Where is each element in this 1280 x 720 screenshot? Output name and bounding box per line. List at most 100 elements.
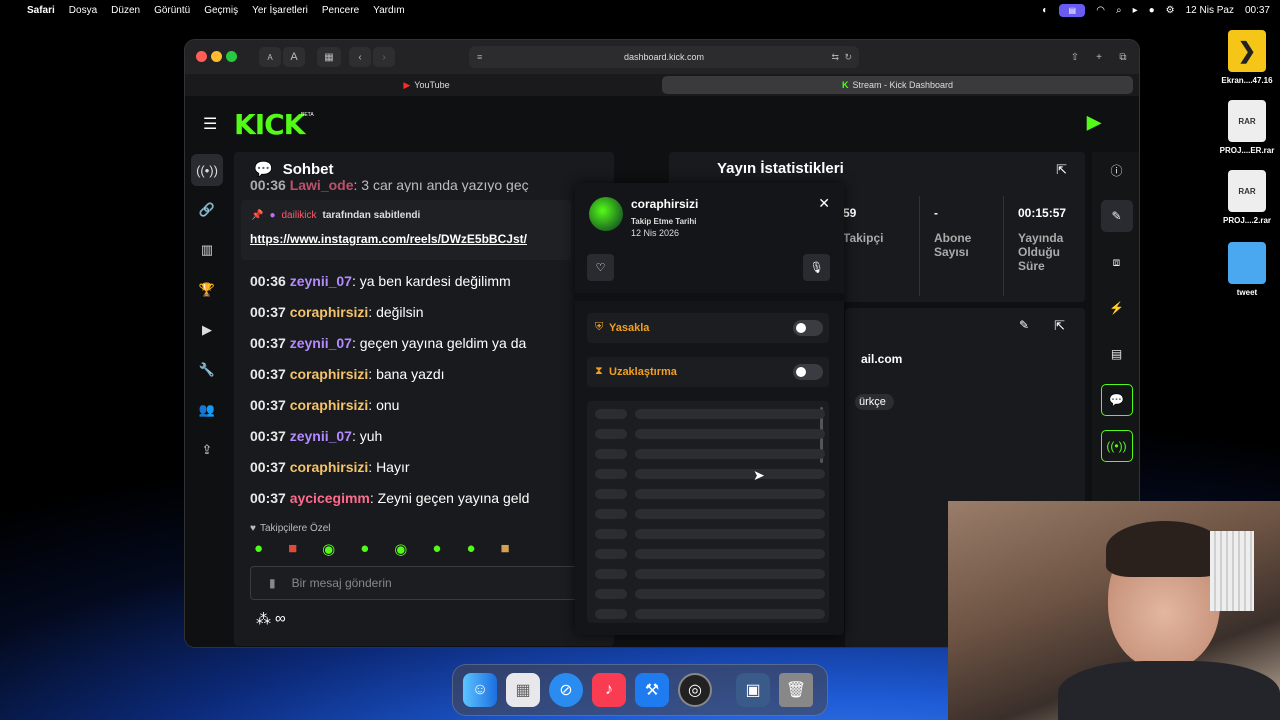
timeout-row[interactable]: ⧗ Uzaklaştırma	[587, 357, 829, 387]
page-settings-icon[interactable]: ≡	[477, 52, 482, 62]
emote-icon[interactable]: ◉	[322, 540, 335, 558]
wifi-icon[interactable]: ◠	[1096, 5, 1105, 16]
community-icon[interactable]: 👥	[191, 394, 223, 426]
message-username[interactable]: coraphirsizi	[290, 397, 369, 413]
chat-toggle-icon[interactable]: 💬	[1100, 384, 1133, 416]
pinned-link[interactable]: https://www.instagram.com/reels/DWzE5bBC…	[250, 232, 527, 246]
message-username[interactable]: coraphirsizi	[290, 459, 369, 475]
trash-icon[interactable]: 🗑	[779, 673, 813, 707]
emote-icon[interactable]: ■	[288, 540, 297, 558]
minimize-window-button[interactable]	[211, 51, 222, 62]
screen-share-icon[interactable]: ▤	[1059, 3, 1086, 17]
menu-app-safari[interactable]: Safari	[27, 5, 55, 16]
finder-icon[interactable]: ☺	[463, 673, 497, 707]
document-icon[interactable]: ▤	[1101, 338, 1133, 370]
message-username[interactable]: coraphirsizi	[290, 366, 369, 382]
upload-icon[interactable]: ⇪	[191, 434, 223, 466]
play-icon[interactable]: ▸	[1133, 5, 1138, 16]
emote-icon[interactable]: ●	[254, 540, 263, 558]
emote-icon[interactable]: ●	[360, 540, 369, 558]
language-tag[interactable]: ürkçe	[855, 394, 894, 410]
pinned-by-user[interactable]: dailikick	[282, 210, 317, 221]
desktop-file-rar-1[interactable]: RAR PROJ....ER.rar	[1217, 100, 1277, 155]
close-window-button[interactable]	[196, 51, 207, 62]
ban-toggle[interactable]	[793, 320, 823, 336]
lightning-icon[interactable]: ⚡	[1101, 292, 1133, 324]
message-input[interactable]: ▮ Bir mesaj gönderin	[250, 566, 610, 600]
launchpad-icon[interactable]: ▦	[506, 673, 540, 707]
menu-window[interactable]: Pencere	[322, 5, 359, 16]
menu-time[interactable]: 00:37	[1245, 5, 1270, 16]
points-icon[interactable]: ⁂	[256, 610, 271, 628]
message-username[interactable]: coraphirsizi	[290, 304, 369, 320]
menu-help[interactable]: Yardım	[373, 5, 405, 16]
spotlight-icon[interactable]: ⌕	[1116, 5, 1122, 16]
stream-icon[interactable]: ((•))	[191, 154, 223, 186]
info-icon[interactable]: ⓘ	[1101, 154, 1133, 186]
back-button[interactable]: ‹	[349, 47, 371, 67]
music-icon[interactable]: ♪	[592, 673, 626, 707]
hamburger-menu-icon[interactable]: ☰	[203, 114, 217, 134]
message-username[interactable]: zeynii_07	[290, 273, 352, 289]
message-username[interactable]: zeynii_07	[290, 428, 352, 444]
new-tab-button[interactable]: +	[1088, 47, 1110, 67]
broadcast-icon[interactable]: ((•))	[1100, 430, 1133, 462]
address-bar[interactable]: ≡ dashboard.kick.com ⇆ ↻	[469, 46, 859, 68]
user-history-skeleton[interactable]	[587, 401, 829, 623]
user-icon[interactable]: ●	[1149, 5, 1155, 16]
forward-button[interactable]: ›	[373, 47, 395, 67]
tools-icon[interactable]: 🔧	[191, 354, 223, 386]
emote-icon[interactable]: ■	[501, 540, 510, 558]
clips-icon[interactable]: ▶	[191, 314, 223, 346]
emote-icon[interactable]: ●	[432, 540, 441, 558]
desktop-file-rar-2[interactable]: RAR PROJ....2.rar	[1217, 170, 1277, 225]
obs-icon[interactable]: ◎	[678, 673, 712, 707]
tab-overview-icon[interactable]: ▦	[317, 47, 341, 67]
status-icon[interactable]: ◐	[1042, 5, 1048, 16]
menu-file[interactable]: Dosya	[69, 5, 97, 16]
follow-button[interactable]: ♡	[587, 254, 614, 281]
kick-logo[interactable]: KICK	[234, 108, 305, 141]
share-icon[interactable]: ⇧	[1064, 47, 1086, 67]
menu-edit[interactable]: Düzen	[111, 5, 140, 16]
ban-row[interactable]: ⛨ Yasakla	[587, 313, 829, 343]
text-larger-button[interactable]: A	[283, 47, 305, 67]
message-username[interactable]: zeynii_07	[290, 335, 352, 351]
kick-brand-icon[interactable]: ▶	[1087, 112, 1101, 133]
control-center-icon[interactable]: ⚙	[1166, 5, 1175, 16]
edit-icon[interactable]: ✎	[1100, 200, 1133, 232]
mute-button[interactable]: 🎙	[803, 254, 830, 281]
translate-icon[interactable]: ⇆	[831, 52, 839, 63]
preview-icon[interactable]: ▣	[736, 673, 770, 707]
reload-icon[interactable]: ↻	[844, 52, 852, 63]
menu-history[interactable]: Geçmiş	[204, 5, 238, 16]
screenshot-icon[interactable]: ⧈	[1101, 246, 1133, 278]
close-icon[interactable]: ✕	[818, 195, 830, 212]
emote-icon[interactable]: ◉	[394, 540, 407, 558]
safari-icon[interactable]: ⊘	[549, 673, 583, 707]
menu-bookmarks[interactable]: Yer İşaretleri	[252, 5, 308, 16]
edit-icon[interactable]: ✎	[1019, 318, 1029, 332]
timeout-toggle[interactable]	[793, 364, 823, 380]
xcode-icon[interactable]: ⚒	[635, 673, 669, 707]
tab-youtube[interactable]: ▶ YouTube	[191, 76, 662, 94]
infinity-icon[interactable]: ∞	[275, 610, 286, 628]
user-avatar[interactable]	[589, 197, 623, 231]
popup-username[interactable]: coraphirsizi	[631, 197, 698, 211]
menu-date[interactable]: 12 Nis Paz	[1186, 5, 1234, 16]
message-username[interactable]: Lawi_ode	[290, 178, 354, 192]
text-smaller-button[interactable]: A	[259, 47, 281, 67]
link-icon[interactable]: 🔗	[191, 194, 223, 226]
desktop-file-screenshot[interactable]: ❯ Ekran....47.16	[1217, 30, 1277, 85]
show-tabs-icon[interactable]: ⧉	[1112, 47, 1134, 67]
menu-view[interactable]: Görüntü	[154, 5, 190, 16]
message-username[interactable]: aycicegimm	[290, 490, 370, 506]
trophy-icon[interactable]: 🏆	[191, 274, 223, 306]
expand-icon[interactable]: ⇱	[1056, 162, 1067, 178]
zoom-window-button[interactable]	[226, 51, 237, 62]
expand-icon[interactable]: ⇱	[1054, 318, 1065, 334]
emote-icon[interactable]: ●	[466, 540, 475, 558]
desktop-folder-tweet[interactable]: tweet	[1217, 242, 1277, 297]
tab-kick-dashboard[interactable]: K Stream - Kick Dashboard	[662, 76, 1133, 94]
analytics-icon[interactable]: ▥	[191, 234, 223, 266]
